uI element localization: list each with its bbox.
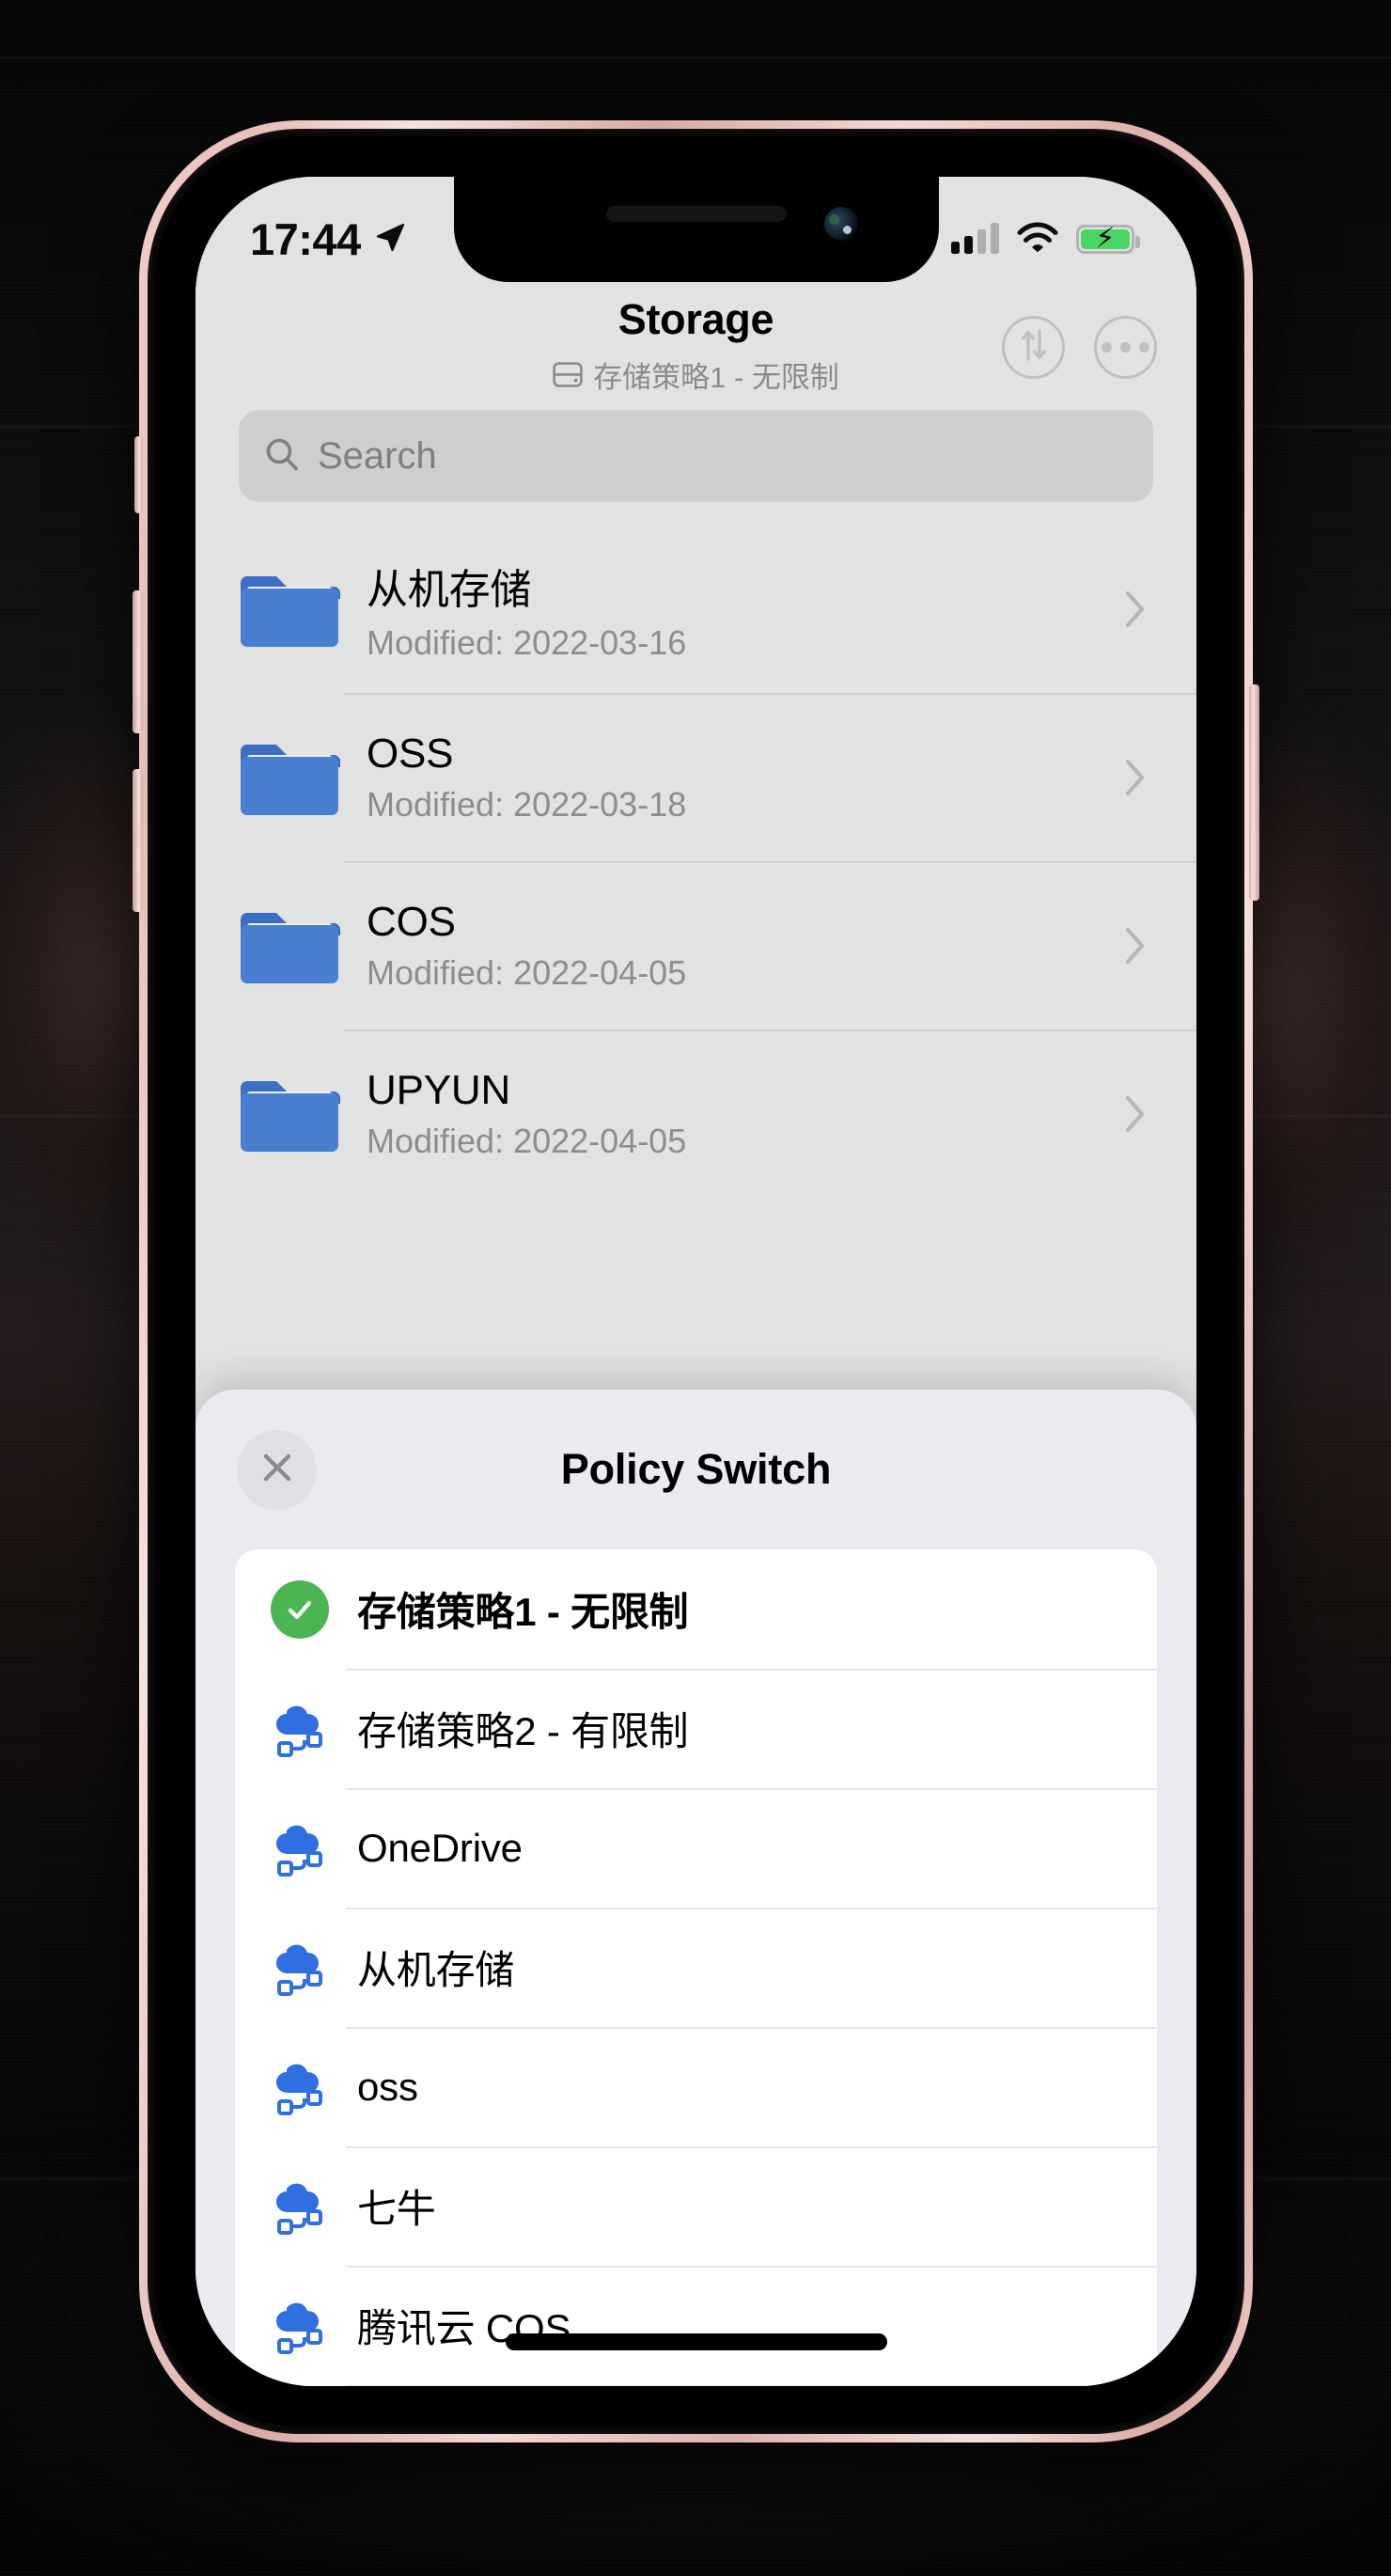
cloud-network-icon — [267, 2174, 333, 2239]
policy-label: 存储策略2 - 有限制 — [357, 1709, 689, 1753]
check-circle-icon — [267, 1577, 333, 1642]
mute-switch[interactable] — [134, 436, 143, 513]
file-row-texts: 从机存储 Modified: 2022-03-16 — [367, 556, 1099, 663]
file-name: COS — [367, 898, 456, 945]
folder-icon — [239, 906, 340, 985]
cloud-network-icon — [267, 2293, 333, 2359]
file-modified: Modified: 2022-04-05 — [367, 952, 687, 992]
cloud-network-icon — [267, 2054, 333, 2120]
chevron-right-icon — [1125, 590, 1146, 628]
phone-bezel: Storage 存储策略1 - 无限制 Search 从机存储 Modified… — [155, 136, 1237, 2427]
file-row-texts: UPYUN Modified: 2022-04-05 — [367, 1067, 1099, 1161]
sort-button[interactable] — [1002, 316, 1065, 379]
more-ellipsis-icon — [1102, 342, 1149, 353]
status-time: 17:44 — [250, 213, 361, 264]
search-bar-container: Search — [195, 410, 1196, 525]
table-row[interactable]: OSS Modified: 2022-03-18 — [195, 693, 1196, 861]
home-indicator[interactable] — [505, 2333, 887, 2350]
policy-label: OneDrive — [357, 1825, 523, 1870]
sheet-title: Policy Switch — [560, 1445, 832, 1493]
policy-label: oss — [357, 2064, 418, 2109]
phone-screen: Storage 存储策略1 - 无限制 Search 从机存储 Modified… — [195, 177, 1196, 2386]
power-button[interactable] — [1249, 684, 1259, 901]
policy-list[interactable]: 存储策略1 - 无限制 存储策略2 - 有限制 OneDrive 从机存储 os… — [235, 1549, 1157, 2386]
front-camera — [823, 207, 858, 241]
list-item[interactable]: 存储策略1 - 无限制 — [235, 1549, 1157, 1669]
list-item[interactable]: OneDrive — [235, 1788, 1157, 1908]
policy-label: 七牛 — [357, 2187, 436, 2231]
chevron-right-icon — [1125, 927, 1146, 965]
list-item[interactable]: 七牛 — [235, 2146, 1157, 2266]
close-icon — [259, 1450, 295, 1490]
file-row-texts: OSS Modified: 2022-03-18 — [367, 730, 1099, 825]
cloud-network-icon — [267, 1935, 333, 2001]
status-bar-left: 17:44 — [250, 195, 406, 265]
list-item[interactable]: 从机存储 — [235, 1908, 1157, 2027]
more-button[interactable] — [1094, 316, 1157, 379]
file-modified: Modified: 2022-03-18 — [367, 784, 687, 824]
file-name: 从机存储 — [367, 566, 532, 613]
hard-drive-icon — [553, 362, 583, 387]
wifi-icon — [1017, 221, 1058, 257]
close-button[interactable] — [237, 1429, 317, 1510]
table-row[interactable]: UPYUN Modified: 2022-04-05 — [195, 1029, 1196, 1198]
policy-label: 存储策略1 - 无限制 — [357, 1590, 689, 1634]
policy-switch-sheet: Policy Switch 存储策略1 - 无限制 存储策略2 - 有限制 On… — [195, 1390, 1196, 2386]
chevron-right-icon — [1125, 759, 1146, 796]
search-icon — [263, 435, 301, 478]
search-input[interactable]: Search — [239, 410, 1153, 502]
navigation-actions — [1002, 316, 1157, 379]
sheet-header: Policy Switch — [195, 1390, 1196, 1549]
folder-icon — [239, 1075, 340, 1154]
policy-label: 从机存储 — [357, 1948, 515, 1992]
device-notch — [453, 177, 939, 282]
list-item[interactable]: oss — [235, 2027, 1157, 2146]
earpiece-speaker — [605, 206, 787, 222]
status-bar-right: ⚡ — [951, 203, 1140, 257]
list-item[interactable]: 又拍云 — [235, 2385, 1157, 2386]
file-modified: Modified: 2022-03-16 — [367, 622, 687, 662]
search-placeholder: Search — [318, 434, 437, 477]
list-item[interactable]: 存储策略2 - 有限制 — [235, 1669, 1157, 1788]
file-name: OSS — [367, 730, 454, 777]
folder-icon — [239, 738, 340, 817]
folder-icon — [239, 570, 340, 649]
phone-device: Storage 存储策略1 - 无限制 Search 从机存储 Modified… — [133, 120, 1259, 2442]
table-row[interactable]: COS Modified: 2022-04-05 — [195, 861, 1196, 1029]
file-row-texts: COS Modified: 2022-04-05 — [367, 899, 1099, 993]
volume-down-button[interactable] — [133, 769, 143, 912]
cloud-network-icon — [267, 1815, 333, 1881]
policy-subtitle-label: 存储策略1 - 无限制 — [593, 361, 839, 394]
cellular-signal-icon — [951, 223, 999, 254]
location-arrow-icon — [374, 221, 406, 258]
file-modified: Modified: 2022-04-05 — [367, 1121, 687, 1160]
sort-arrows-icon — [1018, 327, 1050, 368]
battery-charging-icon: ⚡ — [1076, 224, 1140, 254]
chevron-right-icon — [1125, 1095, 1146, 1133]
table-row[interactable]: 从机存储 Modified: 2022-03-16 — [195, 525, 1196, 693]
file-name: UPYUN — [367, 1066, 511, 1113]
cloud-network-icon — [267, 1696, 333, 1762]
volume-up-button[interactable] — [133, 590, 143, 733]
list-item[interactable]: 腾讯云 COS — [235, 2266, 1157, 2385]
